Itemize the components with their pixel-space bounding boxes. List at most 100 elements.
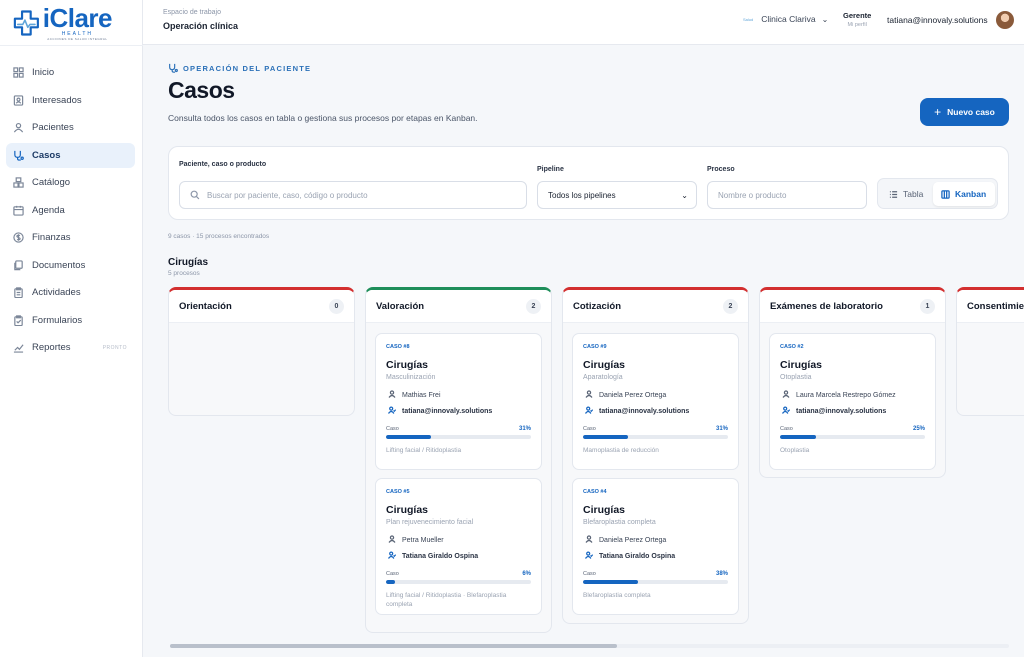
user-check-icon — [386, 551, 402, 561]
case-subtitle: Plan rejuvenecimiento facial — [386, 519, 474, 526]
owner-name: Tatiana Giraldo Ospina — [402, 552, 479, 560]
sidebar-item-label: Reportes — [32, 342, 71, 353]
pipeline-value: Todos los pipelines — [548, 190, 616, 200]
sidebar-item-label: Finanzas — [32, 232, 71, 243]
case-card[interactable]: CASO #2 Cirugías Otoplastia Laura Marcela R… — [769, 333, 936, 470]
brand-logo[interactable]: iClare HEALTH ACCIONES DE SALUD INTEGRAL — [12, 3, 113, 42]
column-cards: CASO #9 Cirugías Aparatología Daniela Perez… — [563, 323, 748, 615]
progress-bar — [386, 435, 531, 439]
owner-row: Tatiana Giraldo Ospina — [583, 551, 728, 561]
case-products: Otoplastia — [780, 447, 810, 454]
case-card[interactable]: CASO #9 Cirugías Aparatología Daniela Perez… — [572, 333, 739, 470]
sidebar-item-pacientes[interactable]: Pacientes — [6, 115, 135, 140]
brand-tagline: ACCIONES DE SALUD INTEGRAL — [47, 37, 108, 41]
case-title: Cirugías — [780, 359, 823, 371]
scrollbar-thumb[interactable] — [170, 644, 617, 648]
progress-fill — [583, 435, 628, 439]
case-id: CASO #4 — [583, 489, 607, 495]
progress-bar — [386, 580, 531, 584]
search-placeholder: Buscar por paciente, caso, código o prod… — [207, 190, 368, 200]
process-input[interactable]: Nombre o producto — [707, 181, 867, 209]
sidebar-nav: Inicio Interesados Pacientes Casos Catál… — [6, 60, 135, 363]
dollar-icon — [12, 232, 24, 244]
boxes-icon — [12, 177, 24, 189]
profile-link[interactable]: Mi perfil — [843, 22, 871, 28]
progress-fill — [386, 435, 431, 439]
case-title: Cirugías — [386, 359, 429, 371]
column-header: Cotización 2 — [563, 290, 748, 323]
column-name: Consentimiento — [967, 300, 1024, 312]
process-label: Proceso — [707, 166, 735, 173]
group-title: Cirugías — [168, 257, 209, 268]
sidebar-item-casos[interactable]: Casos — [6, 142, 135, 168]
form-icon — [12, 314, 24, 326]
column-count-badge: 2 — [526, 298, 541, 314]
chevron-down-icon: ⌄ — [821, 14, 829, 24]
user-role[interactable]: Gerente Mi perfil — [843, 11, 871, 28]
sidebar-item-actividades[interactable]: Actividades — [6, 280, 135, 305]
progress-label: Caso — [780, 426, 793, 432]
case-id: CASO #8 — [386, 344, 410, 350]
avatar[interactable] — [996, 11, 1014, 29]
progress-percent: 31% — [715, 426, 728, 432]
case-card[interactable]: CASO #5 Cirugías Plan rejuvenecimiento fac… — [375, 478, 542, 615]
sidebar-item-interesados[interactable]: Interesados — [6, 88, 135, 113]
horizontal-scrollbar[interactable] — [170, 644, 1009, 648]
view-kanban-button[interactable]: Kanban — [933, 182, 995, 206]
sidebar-item-label: Interesados — [32, 94, 82, 106]
patient-row: Mathias Frei — [386, 390, 531, 400]
search-input[interactable]: Buscar por paciente, caso, código o prod… — [179, 181, 527, 209]
new-case-label: Nuevo caso — [947, 107, 995, 117]
sidebar-item-formularios[interactable]: Formularios — [6, 308, 135, 333]
user-email[interactable]: tatiana@innovaly.solutions — [887, 15, 988, 25]
sidebar-item-inicio[interactable]: Inicio — [6, 60, 135, 85]
owner-name: tatiana@innovaly.solutions — [599, 407, 690, 415]
brand-name: iClare — [42, 3, 113, 33]
sidebar-item-reportes[interactable]: Reportes PRONTO — [6, 335, 135, 360]
coming-soon-badge: PRONTO — [102, 344, 127, 351]
process-placeholder: Nombre o producto — [718, 190, 787, 200]
stethoscope-icon — [169, 63, 178, 73]
progress-fill — [583, 580, 639, 584]
sidebar-item-documentos[interactable]: Documentos — [6, 253, 135, 278]
sidebar-item-catalogo[interactable]: Catálogo — [6, 170, 135, 195]
case-card[interactable]: CASO #4 Cirugías Blefaroplastia completa Da… — [572, 478, 739, 615]
column-header: Orientación 0 — [169, 290, 354, 323]
column-count-badge: 0 — [329, 298, 344, 314]
new-case-button[interactable]: + Nuevo caso — [920, 98, 1009, 126]
user-check-icon — [583, 551, 599, 561]
view-table-button[interactable]: Tabla — [881, 182, 931, 206]
column-header: Consentimiento — [957, 290, 1024, 323]
documents-icon — [12, 259, 24, 271]
column-count-badge: 2 — [723, 298, 738, 314]
user-icon — [780, 390, 796, 400]
chevron-down-icon: ⌄ — [681, 190, 688, 200]
progress-header: Caso 25% — [780, 426, 925, 432]
clinic-logo: Salud — [743, 16, 754, 22]
case-products: Lifting facial / Ritidoplastia · Blefaro… — [386, 592, 507, 608]
workspace-label: Espacio de trabajo — [163, 9, 221, 16]
progress-header: Caso 38% — [583, 571, 728, 577]
view-table-label: Tabla — [903, 189, 924, 199]
user-icon — [583, 535, 599, 545]
column-cards — [169, 323, 354, 333]
progress-bar — [583, 580, 728, 584]
pipeline-select[interactable]: Todos los pipelines ⌄ — [537, 181, 697, 209]
workspace-title: Operación clínica — [163, 21, 239, 31]
sidebar-item-finanzas[interactable]: Finanzas — [6, 225, 135, 250]
sidebar-item-label: Actividades — [32, 287, 81, 298]
progress-percent: 38% — [715, 571, 728, 577]
clinic-selector[interactable]: Salud Clinica Clariva ⌄ — [743, 14, 828, 24]
sidebar-item-agenda[interactable]: Agenda — [6, 198, 135, 223]
case-title: Cirugías — [386, 504, 429, 516]
column-cards — [957, 323, 1024, 333]
sidebar-item-label: Pacientes — [32, 122, 74, 133]
grid-icon — [12, 67, 24, 79]
patient-row: Petra Mueller — [386, 535, 531, 545]
sidebar-item-label: Documentos — [32, 259, 86, 271]
column-name: Orientación — [179, 300, 232, 312]
case-products: Mamoplastia de reducción — [583, 447, 659, 454]
case-card[interactable]: CASO #8 Cirugías Masculinización Mathias Fr… — [375, 333, 542, 470]
plus-icon: + — [934, 105, 942, 119]
owner-row: tatiana@innovaly.solutions — [386, 406, 531, 416]
